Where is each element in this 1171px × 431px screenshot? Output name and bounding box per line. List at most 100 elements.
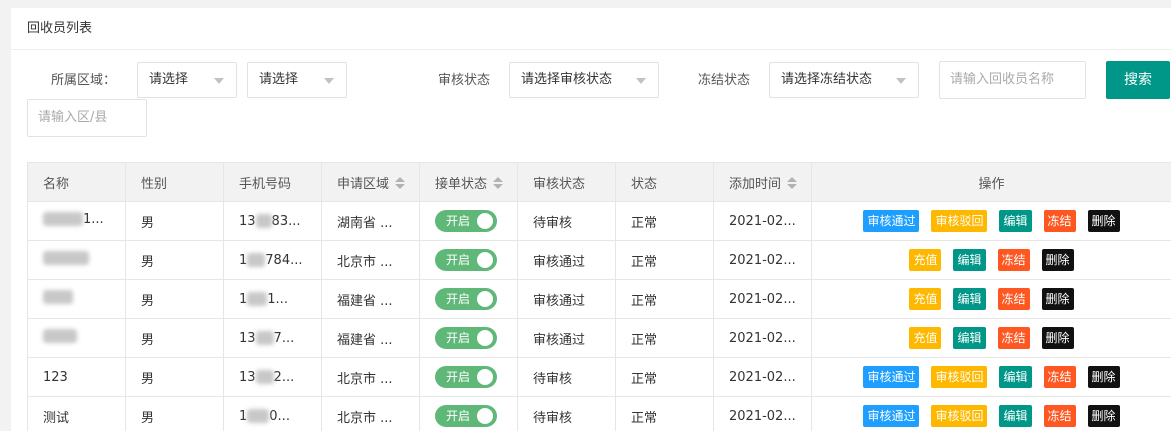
freeze-status-select[interactable]: 请选择冻结状态 xyxy=(769,62,919,98)
phone-suffix: 2... xyxy=(273,369,295,385)
reject-button[interactable]: 审核驳回 xyxy=(931,210,988,232)
col-added-time[interactable]: 添加时间 xyxy=(713,162,812,202)
cell-phone: 1 784... xyxy=(223,240,322,280)
col-order-status[interactable]: 接单状态 xyxy=(419,162,518,202)
redacted-phone xyxy=(247,409,270,423)
cell-status: 正常 xyxy=(615,357,714,397)
delete-button[interactable]: 删除 xyxy=(1041,249,1074,271)
recharge-button[interactable]: 充值 xyxy=(909,288,942,310)
delete-button[interactable]: 删除 xyxy=(1087,366,1120,388)
cell-audit-status: 待审核 xyxy=(517,396,616,431)
phone-prefix: 1 xyxy=(239,252,248,268)
order-switch[interactable]: 开启 xyxy=(435,288,497,310)
switch-knob xyxy=(477,330,493,346)
table-row: 男 1 1... 福建省 ... 开启 审核通过 正常 2021-02... 充值… xyxy=(27,279,1171,319)
col-region-label: 申请区域 xyxy=(337,176,390,192)
recharge-button[interactable]: 充值 xyxy=(909,327,942,349)
edit-button[interactable]: 编辑 xyxy=(999,405,1032,427)
cell-actions: 充值 编辑 冻结 删除 xyxy=(811,279,1171,319)
edit-button[interactable]: 编辑 xyxy=(953,327,986,349)
switch-knob xyxy=(477,252,493,268)
order-switch[interactable]: 开启 xyxy=(435,249,497,271)
cell-name: 123 xyxy=(27,357,126,397)
approve-button[interactable]: 审核通过 xyxy=(863,366,920,388)
cell-order-status: 开启 xyxy=(419,318,518,358)
chevron-down-icon xyxy=(214,78,224,84)
city-select[interactable]: 请选择 xyxy=(247,62,347,98)
freeze-button[interactable]: 冻结 xyxy=(997,288,1030,310)
cell-gender: 男 xyxy=(125,240,224,280)
sort-icon[interactable] xyxy=(787,176,798,189)
edit-button[interactable]: 编辑 xyxy=(999,210,1032,232)
freeze-button[interactable]: 冻结 xyxy=(1043,405,1076,427)
freeze-button[interactable]: 冻结 xyxy=(1043,366,1076,388)
cell-name: 测试 xyxy=(27,396,126,431)
cell-actions: 充值 编辑 冻结 删除 xyxy=(811,240,1171,280)
col-audit-status: 审核状态 xyxy=(517,162,616,202)
cell-added-time: 2021-02... xyxy=(713,357,812,397)
reject-button[interactable]: 审核驳回 xyxy=(931,405,988,427)
sort-icon[interactable] xyxy=(493,176,504,189)
freeze-button[interactable]: 冻结 xyxy=(1043,210,1076,232)
district-input[interactable]: 请输入区/县 xyxy=(27,99,147,137)
order-switch[interactable]: 开启 xyxy=(435,210,497,232)
phone-prefix: 13 xyxy=(239,369,256,385)
cell-order-status: 开启 xyxy=(419,279,518,319)
delete-button[interactable]: 删除 xyxy=(1087,210,1120,232)
col-order-status-label: 接单状态 xyxy=(435,176,488,192)
freeze-button[interactable]: 冻结 xyxy=(997,327,1030,349)
cell-actions: 审核通过 审核驳回 编辑 冻结 删除 xyxy=(811,357,1171,397)
table-row: 男 1 784... 北京市 ... 开启 审核通过 正常 2021-02... … xyxy=(27,240,1171,280)
approve-button[interactable]: 审核通过 xyxy=(863,405,920,427)
phone-prefix: 1 xyxy=(239,408,248,424)
switch-label: 开启 xyxy=(446,409,471,423)
freeze-button[interactable]: 冻结 xyxy=(997,249,1030,271)
cell-added-time: 2021-02... xyxy=(713,240,812,280)
cell-phone: 13 83... xyxy=(223,201,322,241)
approve-button[interactable]: 审核通过 xyxy=(863,210,920,232)
recharge-button[interactable]: 充值 xyxy=(909,249,942,271)
cell-region: 北京市 ... xyxy=(321,357,420,397)
recycler-name-input[interactable]: 请输入回收员名称 xyxy=(939,61,1086,99)
reject-button[interactable]: 审核驳回 xyxy=(931,366,988,388)
switch-label: 开启 xyxy=(446,370,471,384)
name-suffix: 1... xyxy=(83,211,104,227)
phone-suffix: 7... xyxy=(273,330,295,346)
col-region[interactable]: 申请区域 xyxy=(321,162,420,202)
sort-icon[interactable] xyxy=(395,176,406,189)
edit-button[interactable]: 编辑 xyxy=(953,288,986,310)
cell-order-status: 开启 xyxy=(419,201,518,241)
order-switch[interactable]: 开启 xyxy=(435,366,497,388)
audit-status-select[interactable]: 请选择审核状态 xyxy=(509,62,659,98)
switch-label: 开启 xyxy=(446,331,471,345)
edit-button[interactable]: 编辑 xyxy=(953,249,986,271)
phone-suffix: 0... xyxy=(269,408,290,424)
search-button[interactable]: 搜索 xyxy=(1106,61,1170,99)
panel-title: 回收员列表 xyxy=(11,8,1171,50)
switch-label: 开启 xyxy=(446,253,471,267)
cell-region: 北京市 ... xyxy=(321,240,420,280)
cell-gender: 男 xyxy=(125,318,224,358)
delete-button[interactable]: 删除 xyxy=(1087,405,1120,427)
order-switch[interactable]: 开启 xyxy=(435,405,497,427)
cell-region: 湖南省 ... xyxy=(321,201,420,241)
cell-status: 正常 xyxy=(615,318,714,358)
redacted-phone xyxy=(247,253,266,267)
delete-button[interactable]: 删除 xyxy=(1041,327,1074,349)
cell-added-time: 2021-02... xyxy=(713,318,812,358)
redacted-phone xyxy=(255,214,272,228)
col-phone: 手机号码 xyxy=(223,162,322,202)
freeze-status-label: 冻结状态 xyxy=(698,73,751,88)
cell-phone: 13 2... xyxy=(223,357,322,397)
delete-button[interactable]: 删除 xyxy=(1041,288,1074,310)
edit-button[interactable]: 编辑 xyxy=(999,366,1032,388)
cell-audit-status: 审核通过 xyxy=(517,279,616,319)
phone-suffix: 1... xyxy=(267,291,288,307)
province-select[interactable]: 请选择 xyxy=(137,62,237,98)
cell-gender: 男 xyxy=(125,396,224,431)
table-row: 男 13 7... 福建省 ... 开启 审核通过 正常 2021-02... 充… xyxy=(27,318,1171,358)
order-switch[interactable]: 开启 xyxy=(435,327,497,349)
col-actions: 操作 xyxy=(811,162,1171,202)
table-header-row: 名称 性别 手机号码 申请区域 接单状态 审核状态 状态 添加时间 操作 xyxy=(27,162,1171,202)
chevron-down-icon xyxy=(324,78,334,84)
